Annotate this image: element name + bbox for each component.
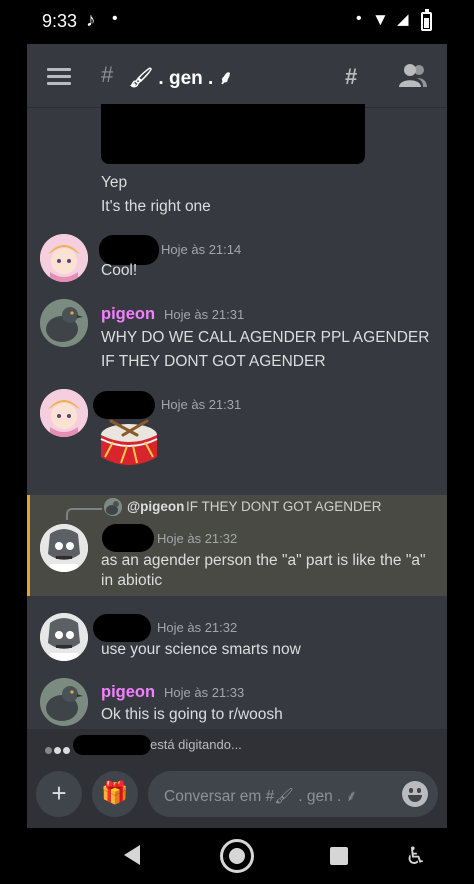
message-timestamp: Hoje às 21:31 — [164, 307, 245, 322]
avatar[interactable] — [40, 389, 88, 437]
home-icon[interactable] — [220, 839, 254, 873]
channel-header: # 🖌 . gen . ⸙ # — [27, 44, 447, 108]
message-composer: + 🎁 Conversar em #🖌 . gen . ⸙ — [27, 761, 447, 828]
threads-icon[interactable]: # — [345, 64, 357, 90]
members-icon[interactable] — [399, 62, 427, 88]
message-input[interactable]: Conversar em #🖌 . gen . ⸙ — [148, 771, 438, 817]
avatar[interactable] — [40, 524, 88, 572]
message-timestamp: Hoje às 21:33 — [164, 685, 245, 700]
system-nav-bar: ♿ — [0, 828, 474, 884]
back-icon[interactable] — [124, 845, 140, 865]
status-time: 9:33 — [42, 11, 78, 31]
typing-dots-icon — [45, 741, 72, 759]
drum-emoji — [100, 419, 158, 465]
redacted-username — [73, 735, 151, 755]
typing-indicator: está digitando... — [27, 729, 447, 761]
message-list[interactable]: Yep It's the right one Hoje às 21:14 Coo… — [27, 104, 447, 729]
hash-icon: # — [101, 62, 114, 87]
image-embed[interactable] — [101, 104, 365, 164]
message-timestamp: Hoje às 21:32 — [157, 531, 238, 546]
redacted-username — [102, 524, 154, 552]
reply-mention[interactable]: @pigeon — [127, 499, 184, 514]
reply-preview-text[interactable]: IF THEY DONT GOT AGENDER — [186, 499, 382, 514]
gift-button[interactable]: 🎁 — [92, 771, 138, 817]
signal-icon: ◢ — [397, 11, 409, 28]
message-text: use your science smarts now — [101, 641, 301, 658]
tiktok-icon: ♪ — [86, 10, 96, 31]
avatar[interactable] — [40, 299, 88, 347]
message-text: It's the right one — [101, 198, 211, 215]
message-timestamp: Hoje às 21:31 — [161, 397, 242, 412]
message-author[interactable]: pigeon — [101, 305, 155, 324]
channel-name[interactable]: 🖌 . gen . ⸙ — [129, 64, 233, 90]
menu-icon[interactable] — [47, 68, 71, 86]
wifi-icon: ▼ — [372, 10, 389, 29]
message-text: Yep — [101, 174, 128, 191]
notification-dot: • — [112, 10, 118, 27]
reply-avatar — [104, 498, 122, 516]
status-dot: • — [356, 10, 362, 27]
message-text: Ok this is going to r/woosh — [101, 706, 283, 723]
avatar[interactable] — [40, 613, 88, 661]
message-text: IF THEY DONT GOT AGENDER — [101, 353, 326, 370]
message-input-placeholder: Conversar em #🖌 . gen . ⸙ — [164, 788, 358, 805]
message-timestamp: Hoje às 21:14 — [161, 242, 242, 257]
reply-connector — [66, 508, 102, 520]
avatar[interactable] — [40, 234, 88, 282]
message-text: in abiotic — [101, 572, 163, 589]
add-attachment-button[interactable]: + — [36, 771, 82, 817]
message-timestamp: Hoje às 21:32 — [157, 620, 238, 635]
discord-app: # 🖌 . gen . ⸙ # Yep It's the right one H… — [27, 44, 447, 828]
message-text: WHY DO WE CALL AGENDER PPL AGENDER — [101, 329, 430, 346]
mention-highlight-message[interactable]: @pigeon IF THEY DONT GOT AGENDER Hoje às… — [27, 495, 447, 596]
avatar[interactable] — [40, 678, 88, 726]
battery-icon — [421, 9, 432, 31]
status-bar: 9:33 ♪ • • ▼ ◢ — [0, 0, 474, 44]
typing-text: está digitando... — [150, 737, 242, 752]
recents-icon[interactable] — [330, 847, 348, 865]
accessibility-icon[interactable]: ♿ — [405, 842, 427, 871]
emoji-icon[interactable] — [402, 781, 428, 807]
message-author[interactable]: pigeon — [101, 683, 155, 702]
message-text: Cool! — [101, 262, 138, 279]
